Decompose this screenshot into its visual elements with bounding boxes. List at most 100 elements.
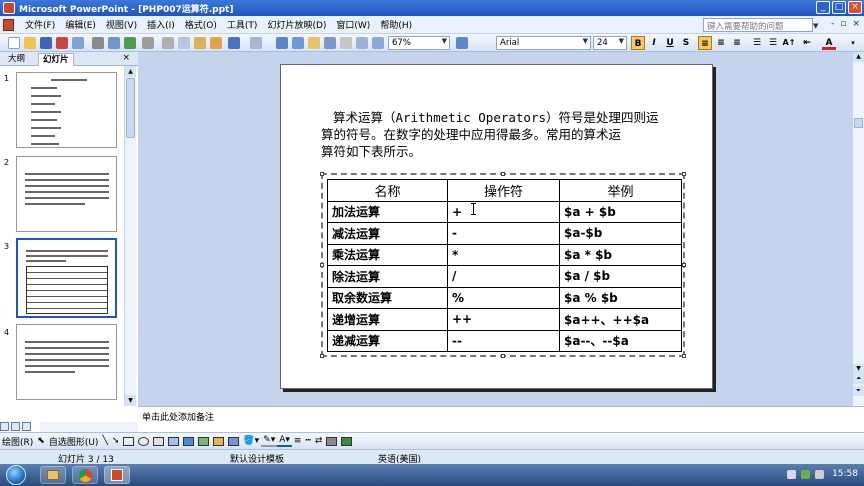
table-cell[interactable]: 加法运算	[327, 200, 448, 223]
table-cell[interactable]: 除法运算	[327, 265, 448, 288]
table-cell[interactable]: /	[447, 265, 560, 288]
table-selection-frame[interactable]: 名称 操作符 举例 加法运算 + $a + $b 减法运算 - $a-$b 乘法…	[320, 172, 686, 358]
resize-handle[interactable]	[320, 354, 324, 358]
zoom-select[interactable]: 67% ▼	[388, 36, 450, 50]
format-painter-icon[interactable]	[210, 37, 222, 49]
new-icon[interactable]	[8, 37, 20, 49]
header-operator[interactable]: 操作符	[447, 179, 560, 202]
slide-thumbnail-1[interactable]	[16, 72, 117, 148]
chrome-taskbar-icon[interactable]	[72, 466, 98, 484]
table-cell[interactable]: -	[447, 222, 560, 245]
slide-thumbnail-4[interactable]	[16, 324, 117, 400]
doc-restore-button[interactable]: ▫	[840, 19, 846, 29]
close-icon[interactable]: ×	[122, 53, 130, 63]
slideshow-icon[interactable]	[22, 422, 31, 431]
horizontal-scrollbar[interactable]	[40, 422, 138, 432]
minimize-button[interactable]: _	[816, 1, 830, 14]
numbering-icon[interactable]: ☰	[750, 36, 764, 50]
shadow-button[interactable]: S	[679, 36, 693, 50]
table-cell[interactable]: 乘法运算	[327, 243, 448, 266]
grid-icon[interactable]	[372, 37, 384, 49]
flag-icon[interactable]	[787, 470, 796, 479]
editor-scrollbar[interactable]: ▲ ▼ ⏶ ⏷	[852, 52, 864, 406]
scroll-thumb[interactable]	[126, 78, 135, 138]
bullets-icon[interactable]: ☰	[766, 36, 780, 50]
resize-handle[interactable]	[501, 354, 505, 358]
font-color-button[interactable]: A	[822, 36, 836, 50]
dash-style-icon[interactable]: ┅	[303, 436, 312, 446]
autoshapes-menu-button[interactable]: 自选图形(U)	[47, 435, 101, 448]
insert-table-icon[interactable]	[292, 37, 304, 49]
menu-tools[interactable]: 工具(T)	[222, 18, 263, 31]
tab-outline[interactable]: 大纲	[4, 53, 29, 66]
line-icon[interactable]: ╲	[100, 436, 109, 446]
table-cell[interactable]: *	[447, 243, 560, 266]
spelling-icon[interactable]	[124, 37, 136, 49]
resize-handle[interactable]	[682, 172, 686, 176]
clipart-icon[interactable]	[213, 436, 225, 446]
arrow-style-icon[interactable]: ⇄	[313, 436, 325, 446]
rectangle-icon[interactable]	[123, 436, 135, 446]
increase-font-icon[interactable]: A↑	[782, 36, 796, 50]
doc-close-button[interactable]: ×	[852, 19, 860, 29]
resize-handle[interactable]	[682, 263, 686, 267]
menu-format[interactable]: 格式(O)	[180, 18, 222, 31]
scroll-up-icon[interactable]: ▲	[853, 52, 864, 62]
line-color-icon[interactable]: ✎▾	[261, 435, 278, 447]
select-objects-icon[interactable]: ⬉	[35, 436, 47, 446]
draw-menu-button[interactable]: 绘图(R)	[0, 435, 35, 448]
scroll-down-icon[interactable]: ▼	[125, 395, 136, 406]
menu-help[interactable]: 帮助(H)	[375, 18, 417, 31]
current-slide[interactable]: 算术运算（Arithmetic Operators）符号是处理四则运 算的符号。…	[280, 64, 713, 389]
3d-style-icon[interactable]	[341, 436, 353, 446]
research-icon[interactable]	[142, 37, 154, 49]
notes-pane[interactable]: 单击此处添加备注	[138, 406, 864, 428]
resize-handle[interactable]	[501, 172, 505, 176]
scroll-up-icon[interactable]: ▲	[125, 66, 136, 77]
line-style-icon[interactable]: ≡	[292, 436, 304, 446]
chevron-down-icon[interactable]: ▼	[813, 22, 818, 30]
menu-edit[interactable]: 编辑(E)	[60, 18, 101, 31]
powerpoint-taskbar-icon[interactable]	[104, 466, 130, 484]
vertical-textbox-icon[interactable]	[168, 436, 180, 446]
close-button[interactable]: ×	[848, 1, 862, 14]
table-cell[interactable]: 取余数运算	[327, 286, 448, 309]
font-select[interactable]: Arial ▼	[496, 36, 591, 50]
font-color-icon[interactable]: A▾	[277, 435, 292, 447]
align-left-icon[interactable]: ≡	[698, 36, 712, 50]
insert-picture-icon[interactable]	[324, 37, 336, 49]
align-center-icon[interactable]: ≡	[714, 36, 728, 50]
thumbnails-scrollbar[interactable]: ▲ ▼	[124, 66, 136, 406]
toolbar-options-icon[interactable]: ▾	[846, 36, 860, 50]
slide-thumbnail-2[interactable]	[16, 156, 117, 232]
slide-paragraph[interactable]: 算术运算（Arithmetic Operators）符号是处理四则运 算的符号。…	[321, 109, 681, 160]
clock[interactable]: 15:58	[832, 469, 858, 479]
slide-thumbnail-3[interactable]	[16, 238, 117, 318]
email-icon[interactable]	[72, 37, 84, 49]
oval-icon[interactable]	[138, 436, 150, 446]
arrow-icon[interactable]: ➘	[110, 436, 122, 446]
volume-icon[interactable]	[815, 470, 824, 479]
decrease-indent-icon[interactable]: ⇤	[800, 36, 814, 50]
slide-sorter-icon[interactable]	[11, 422, 20, 431]
expand-icon[interactable]	[340, 37, 352, 49]
doc-minimize-button[interactable]: -	[831, 19, 834, 29]
explorer-taskbar-icon[interactable]	[40, 466, 66, 484]
redo-icon[interactable]	[250, 37, 262, 49]
save-icon[interactable]	[40, 37, 52, 49]
menu-window[interactable]: 窗口(W)	[331, 18, 375, 31]
menu-insert[interactable]: 插入(I)	[142, 18, 180, 31]
permission-icon[interactable]	[56, 37, 68, 49]
show-formatting-icon[interactable]	[356, 37, 368, 49]
table-cell[interactable]: --	[447, 329, 560, 352]
help-icon[interactable]	[456, 37, 468, 49]
copy-icon[interactable]	[178, 37, 190, 49]
table-cell[interactable]: %	[447, 286, 560, 309]
network-icon[interactable]	[801, 470, 810, 479]
resize-handle[interactable]	[320, 263, 324, 267]
operators-table[interactable]: 名称 操作符 举例 加法运算 + $a + $b 减法运算 - $a-$b 乘法…	[327, 179, 682, 352]
table-cell[interactable]: $a + $b	[559, 200, 682, 223]
table-cell[interactable]: $a * $b	[559, 243, 682, 266]
cut-icon[interactable]	[162, 37, 174, 49]
help-search-input[interactable]: 键入需要帮助的问题	[703, 18, 813, 32]
